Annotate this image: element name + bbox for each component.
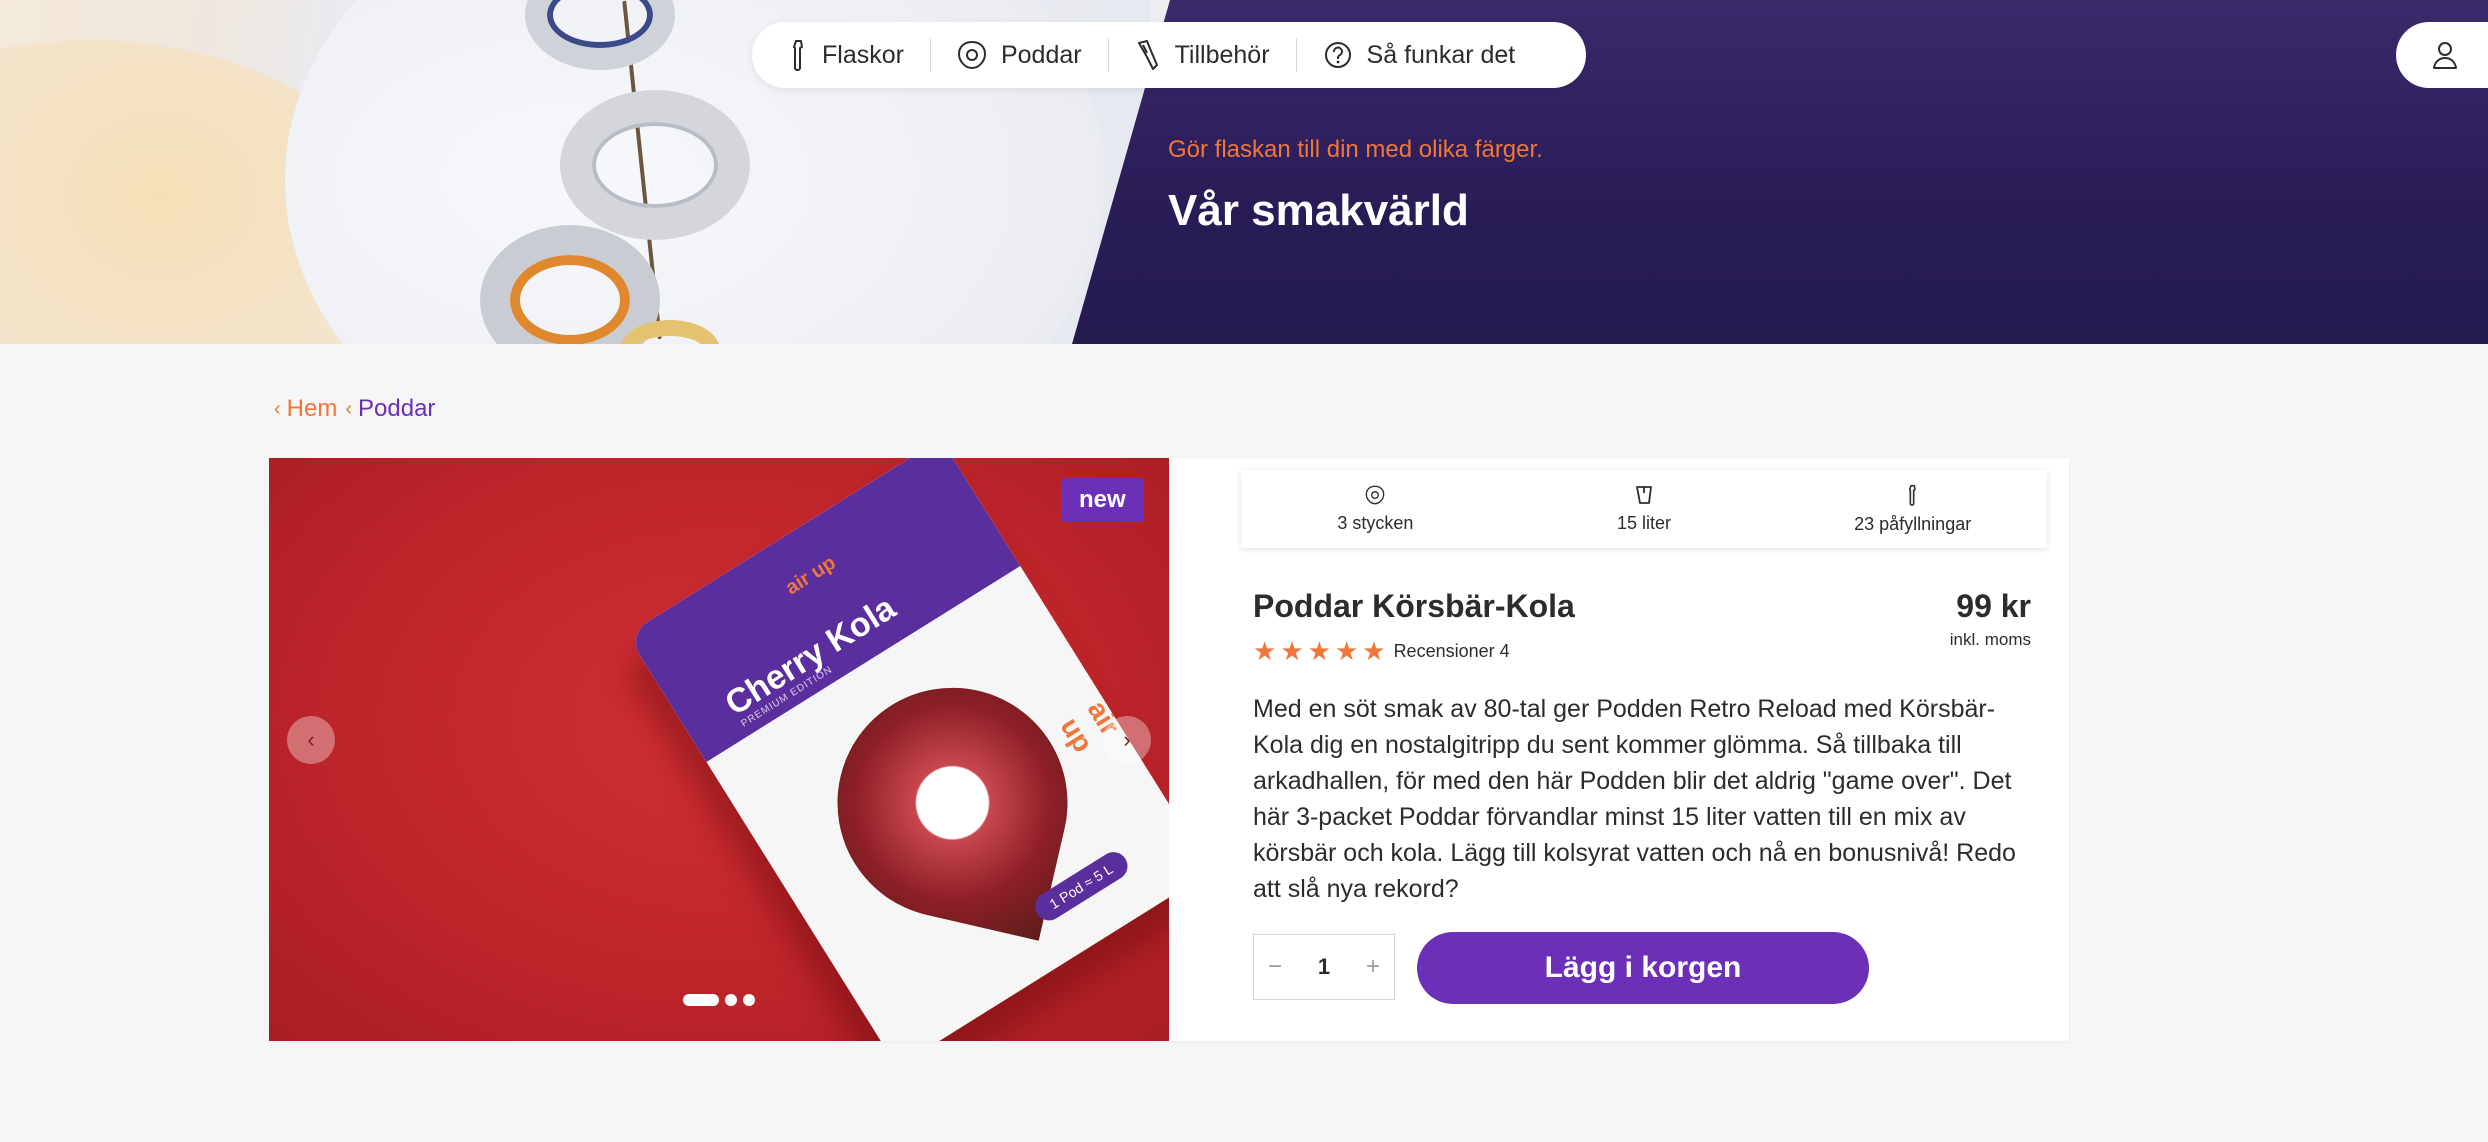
nav-item-tillbehor[interactable]: Tillbehör [1107, 38, 1296, 72]
pod-ring-decoration [560, 90, 750, 240]
user-icon [2433, 42, 2457, 69]
star-icon: ★ [1253, 636, 1277, 666]
chevron-left-icon: ‹ [307, 727, 315, 752]
product-stats: 3 stycken 15 liter 23 påfyllningar [1241, 470, 2047, 548]
star-icon: ★ [1280, 636, 1304, 666]
hero-subtitle: Gör flaskan till din med olika färger. [1168, 136, 1543, 163]
gallery-prev-button[interactable]: ‹ [287, 716, 335, 764]
account-button[interactable] [2396, 22, 2488, 88]
rating: ★ ★ ★ ★ ★ Recensioner 4 [1253, 638, 1510, 664]
breadcrumb: ‹ Hem ‹ Poddar [274, 395, 443, 423]
pod-icon [957, 40, 986, 70]
product-card: air up Cherry Kola PREMIUM EDITION air u… [269, 458, 2069, 1041]
stat-liters: 15 liter [1510, 470, 1779, 548]
main-nav: Flaskor Poddar Tillbehör Så funkar det [752, 22, 1586, 88]
star-icon: ★ [1334, 636, 1359, 666]
star-icon: ★ [1307, 636, 1331, 666]
add-to-cart-button[interactable]: Lägg i korgen [1417, 932, 1869, 1004]
breadcrumb-current[interactable]: ‹ Poddar [345, 395, 435, 423]
gallery-dots [683, 994, 761, 1006]
chevron-left-icon: ‹ [345, 397, 353, 420]
quantity-value[interactable]: 1 [1318, 954, 1330, 980]
hero-title: Vår smakvärld [1168, 186, 1469, 235]
stat-pods: 3 stycken [1241, 470, 1510, 548]
stat-refills: 23 påfyllningar [1778, 470, 2047, 548]
product-image: air up Cherry Kola PREMIUM EDITION air u… [626, 458, 1169, 1041]
gallery-dot[interactable] [683, 994, 719, 1006]
new-badge: new [1061, 478, 1144, 522]
question-icon [1324, 42, 1351, 68]
cup-icon [1636, 485, 1652, 504]
star-icon: ★ [1362, 636, 1386, 666]
nav-item-flaskor[interactable]: Flaskor [780, 38, 930, 72]
nav-item-label: Flaskor [822, 40, 904, 69]
reviews-link[interactable]: Recensioner 4 [1394, 641, 1510, 662]
breadcrumb-home[interactable]: ‹ Hem [274, 395, 337, 423]
gallery-dot[interactable] [743, 994, 755, 1006]
nav-item-label: Poddar [1000, 40, 1082, 69]
bottle-icon [793, 40, 803, 71]
nav-item-poddar[interactable]: Poddar [929, 38, 1108, 72]
price-note: inkl. moms [1949, 630, 2031, 649]
accessory-icon [1137, 40, 1158, 70]
chevron-left-icon: ‹ [274, 397, 281, 420]
gallery-next-button[interactable]: › [1103, 716, 1151, 764]
chevron-right-icon: › [1123, 727, 1131, 752]
gallery-dot[interactable] [725, 994, 737, 1006]
minus-icon[interactable]: − [1268, 953, 1282, 981]
product-description: Med en söt smak av 80-tal ger Podden Ret… [1253, 695, 2016, 903]
product-gallery[interactable]: air up Cherry Kola PREMIUM EDITION air u… [269, 458, 1169, 1041]
nav-item-label: Så funkar det [1366, 40, 1516, 69]
product-name: Poddar Körsbär-Kola [1253, 588, 1575, 624]
bottle-icon [1908, 484, 1916, 506]
nav-item-label: Tillbehör [1174, 40, 1270, 69]
quantity-stepper: − 1 + [1253, 934, 1395, 1000]
pod-icon [1365, 485, 1385, 504]
plus-icon[interactable]: + [1366, 953, 1380, 981]
nav-item-sa-funkar-det[interactable]: Så funkar det [1295, 38, 1542, 72]
product-price: 99 kr [1956, 588, 2031, 624]
